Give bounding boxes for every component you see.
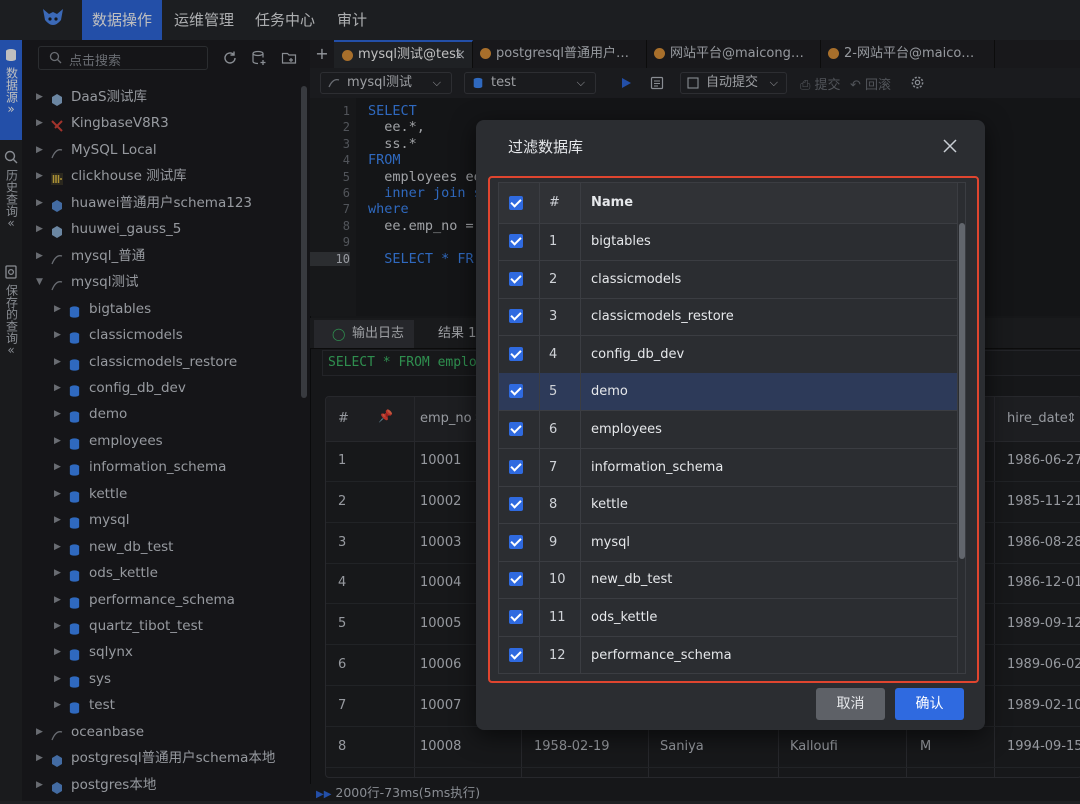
row-checkbox[interactable] <box>509 309 523 324</box>
row-index: 6 <box>549 422 558 437</box>
confirm-button[interactable]: 确认 <box>895 688 964 720</box>
row-checkbox[interactable] <box>509 384 523 399</box>
row-checkbox[interactable] <box>509 572 523 587</box>
table-row[interactable]: 9 mysql <box>499 524 957 562</box>
row-checkbox[interactable] <box>509 534 523 549</box>
row-checkbox[interactable] <box>509 610 523 624</box>
row-database-name: performance_schema <box>591 647 732 663</box>
row-database-name: employees <box>591 422 662 437</box>
select-all-checkbox[interactable] <box>509 196 523 210</box>
column-divider <box>580 183 581 673</box>
row-index: 10 <box>549 572 566 588</box>
table-row[interactable]: 6 employees <box>499 411 957 449</box>
row-index: 7 <box>549 459 558 475</box>
close-icon[interactable] <box>942 138 958 154</box>
row-index: 2 <box>549 271 558 287</box>
column-header-name: Name <box>591 195 634 210</box>
table-row[interactable]: 8 kettle <box>499 486 957 525</box>
row-database-name: information_schema <box>591 459 724 475</box>
table-header-row: # Name <box>499 183 957 224</box>
row-index: 4 <box>549 346 558 362</box>
row-checkbox[interactable] <box>509 422 523 436</box>
table-row[interactable]: 11 ods_kettle <box>499 599 957 637</box>
row-database-name: kettle <box>591 497 628 513</box>
row-database-name: classicmodels_restore <box>591 309 734 325</box>
column-header-index: # <box>549 195 560 210</box>
table-row[interactable]: 5 demo <box>499 373 957 412</box>
row-database-name: demo <box>591 384 628 400</box>
filter-database-dialog: 过滤数据库 # Name 1 bigtables 2 classicmodels 3 cl… <box>476 120 985 730</box>
table-row[interactable]: 10 new_db_test <box>499 561 957 600</box>
row-database-name: new_db_test <box>591 572 673 588</box>
table-row[interactable]: 2 classicmodels <box>499 261 957 299</box>
row-checkbox[interactable] <box>509 234 523 248</box>
cancel-button[interactable]: 取消 <box>816 688 885 720</box>
dialog-title: 过滤数据库 <box>508 138 584 156</box>
database-filter-table: # Name 1 bigtables 2 classicmodels 3 classicm… <box>498 182 966 674</box>
table-row[interactable]: 7 information_schema <box>499 449 957 487</box>
dialog-table-scrollbar[interactable] <box>957 183 965 673</box>
scrollbar-thumb[interactable] <box>959 223 965 559</box>
row-database-name: ods_kettle <box>591 610 658 625</box>
row-index: 9 <box>549 534 558 550</box>
table-row[interactable]: 12 performance_schema <box>499 637 957 673</box>
row-checkbox[interactable] <box>509 647 523 662</box>
row-index: 8 <box>549 497 558 513</box>
row-checkbox[interactable] <box>509 271 523 286</box>
row-index: 12 <box>549 647 566 663</box>
row-checkbox[interactable] <box>509 459 523 474</box>
column-divider <box>539 183 540 673</box>
row-index: 1 <box>549 234 558 249</box>
table-row[interactable]: 1 bigtables <box>499 223 957 261</box>
row-database-name: config_db_dev <box>591 346 685 362</box>
row-index: 11 <box>549 610 566 625</box>
row-checkbox[interactable] <box>509 497 523 512</box>
row-checkbox[interactable] <box>509 346 523 361</box>
table-row[interactable]: 4 config_db_dev <box>499 336 957 374</box>
row-index: 3 <box>549 309 558 325</box>
row-database-name: mysql <box>591 534 630 550</box>
row-index: 5 <box>549 384 558 400</box>
row-database-name: classicmodels <box>591 271 682 287</box>
table-row[interactable]: 3 classicmodels_restore <box>499 298 957 337</box>
row-database-name: bigtables <box>591 234 651 249</box>
